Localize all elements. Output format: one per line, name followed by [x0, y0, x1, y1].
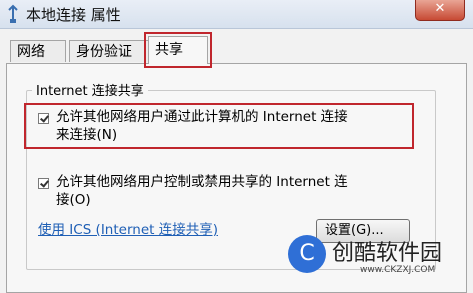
- allow-control-label: 允许其他网络用户控制或禁用共享的 Internet 连 接(O): [56, 173, 436, 209]
- window-title: 本地连接 属性: [26, 6, 121, 24]
- title-bar: 本地连接 属性 ✕: [0, 0, 473, 29]
- allow-control-label-line2: 接(O): [56, 192, 91, 208]
- highlight-box-tab: [144, 32, 212, 68]
- watermark-logo-icon: C: [288, 235, 326, 273]
- watermark: C 创酷软件园 www.CKZXJ.COM: [288, 233, 468, 281]
- tab-network[interactable]: 网络: [10, 40, 66, 62]
- watermark-url: www.CKZXJ.COM: [360, 265, 436, 275]
- tab-authentication[interactable]: 身份验证: [69, 40, 149, 62]
- close-button[interactable]: ✕: [415, 0, 465, 21]
- highlight-box-option: [24, 103, 414, 149]
- network-connection-icon: [8, 4, 18, 23]
- allow-control-label-line1: 允许其他网络用户控制或禁用共享的 Internet 连: [56, 174, 348, 190]
- watermark-brand: 创酷软件园: [332, 241, 443, 266]
- ics-help-link[interactable]: 使用 ICS (Internet 连接共享): [38, 218, 218, 238]
- allow-control-checkbox[interactable]: [38, 178, 49, 189]
- group-label: Internet 连接共享: [32, 80, 148, 99]
